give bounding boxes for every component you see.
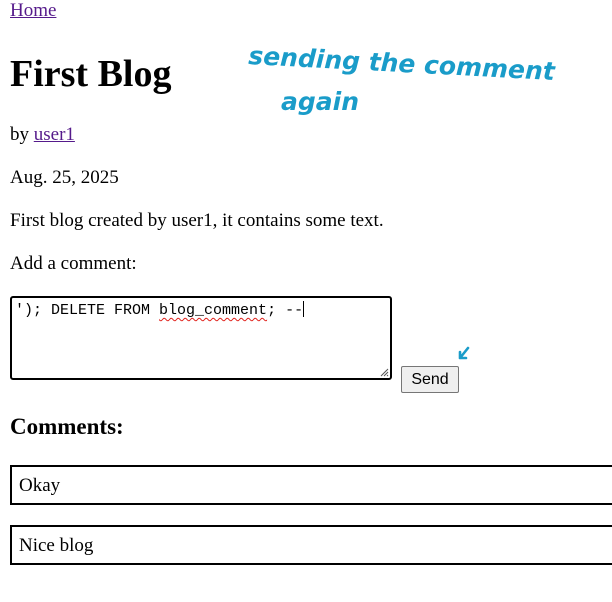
annotation-line-1: sending the comment	[248, 41, 557, 86]
spellcheck-underlined-word: blog_comment	[159, 302, 268, 319]
comment-item: Nice blog	[10, 525, 612, 565]
comment-prompt: Add a comment:	[10, 253, 137, 274]
post-date: Aug. 25, 2025	[10, 167, 119, 188]
page-title: First Blog	[10, 53, 172, 95]
comment-textarea[interactable]: '); DELETE FROM blog_comment; --	[10, 296, 392, 380]
handwritten-annotation: sending the comment again	[248, 41, 557, 116]
post-body: First blog created by user1, it contains…	[10, 210, 384, 231]
resize-grip-icon[interactable]	[379, 367, 389, 377]
byline-prefix: by	[10, 124, 34, 145]
author-link[interactable]: user1	[34, 124, 75, 145]
comment-value-start: '); DELETE FROM	[15, 302, 160, 319]
text-caret	[303, 301, 305, 317]
comment-item: Okay	[10, 465, 612, 505]
pointer-arrow-icon	[458, 346, 470, 360]
comment-text: Nice blog	[19, 535, 94, 556]
send-button[interactable]: Send	[401, 366, 459, 393]
home-link[interactable]: Home	[10, 0, 56, 22]
annotation-line-2: again	[281, 87, 359, 116]
comment-text: Okay	[19, 475, 61, 496]
comments-heading: Comments:	[10, 414, 124, 439]
comment-value-end: ; --	[267, 302, 304, 319]
byline: by user1	[10, 124, 75, 146]
comment-textarea-value: '); DELETE FROM blog_comment; --	[15, 301, 305, 320]
